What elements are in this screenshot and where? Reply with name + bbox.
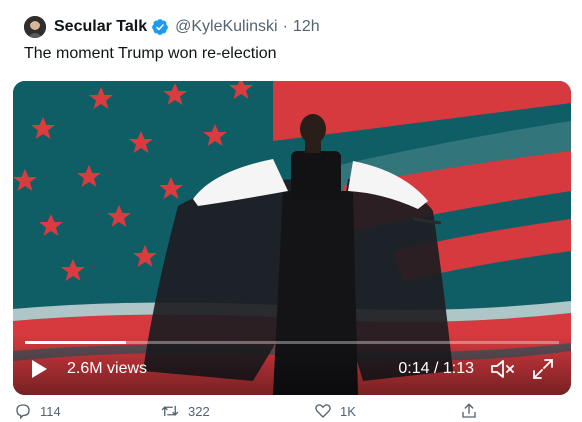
retweet-button[interactable]: 322	[160, 402, 210, 420]
share-icon	[462, 403, 476, 418]
fullscreen-icon[interactable]	[531, 357, 555, 381]
view-count: 2.6M views	[67, 360, 148, 377]
avatar[interactable]	[24, 16, 46, 38]
tweet-card[interactable]: Secular Talk @KyleKulinski · 12h The mom…	[0, 0, 582, 420]
user-handle[interactable]: @KyleKulinski	[175, 18, 278, 36]
video-progress-fill	[25, 341, 127, 344]
reply-button[interactable]: 114	[14, 402, 61, 420]
video-timecode: 0:14 / 1:13	[398, 360, 474, 377]
tweet-timestamp[interactable]: 12h	[293, 18, 320, 36]
like-button[interactable]: 1K	[314, 402, 356, 420]
video-progress-bar[interactable]	[25, 341, 559, 344]
header-separator: ·	[282, 18, 288, 35]
tweet-text: The moment Trump won re-election	[24, 45, 277, 62]
video-player[interactable]: 2.6M views 0:14 / 1:13	[13, 81, 571, 395]
video-controls: 2.6M views 0:14 / 1:13	[13, 335, 571, 395]
heart-icon	[315, 404, 331, 418]
display-name[interactable]: Secular Talk	[54, 18, 147, 36]
retweet-count: 322	[188, 403, 210, 419]
retweet-icon	[161, 405, 179, 417]
reply-icon	[16, 404, 30, 420]
like-count: 1K	[340, 403, 356, 419]
play-icon[interactable]	[27, 357, 51, 381]
verified-badge-icon	[152, 19, 168, 35]
tweet-actions: 114 322 1K	[0, 402, 582, 422]
reply-count: 114	[40, 403, 61, 419]
speaker-muted-icon[interactable]	[489, 357, 515, 381]
tweet-header: Secular Talk @KyleKulinski · 12h	[24, 14, 320, 40]
share-button[interactable]	[460, 402, 486, 420]
